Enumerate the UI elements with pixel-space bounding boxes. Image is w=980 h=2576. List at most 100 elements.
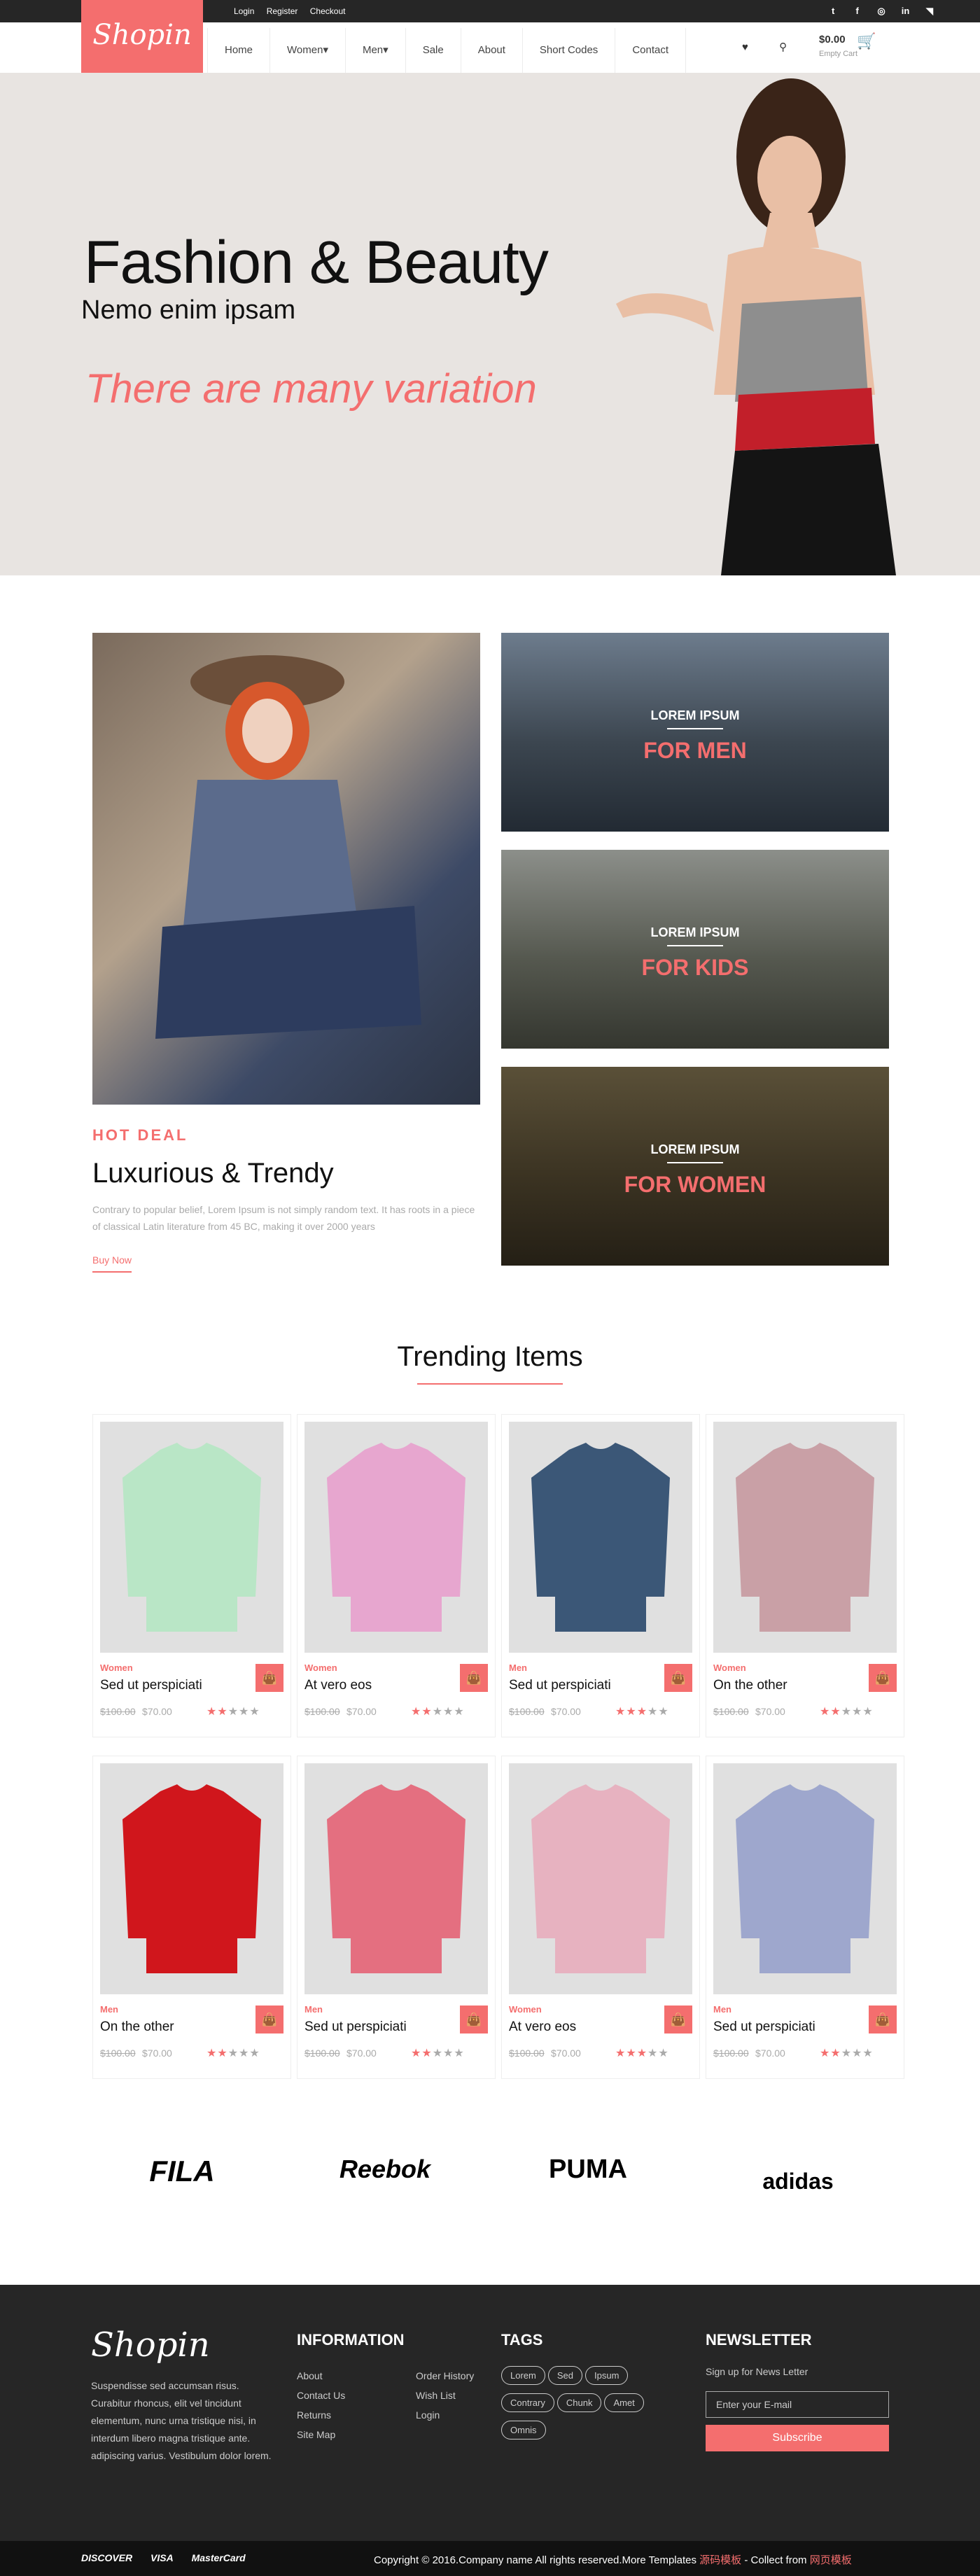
checkout-link[interactable]: Checkout: [310, 6, 346, 16]
add-to-cart-button[interactable]: 👜: [460, 1664, 488, 1692]
product-name[interactable]: Sed ut perspiciati: [304, 2019, 407, 2035]
product-image[interactable]: [100, 1763, 284, 1994]
nav-item-about[interactable]: About: [461, 28, 523, 73]
brand-adidas[interactable]: adidas: [749, 2155, 847, 2204]
product-card[interactable]: Women On the other 👜 $100.00 $70.00 ★★★★★: [706, 1414, 904, 1737]
bottom-bar: DISCOVER VISA MasterCard Copyright © 201…: [0, 2541, 980, 2576]
tag[interactable]: Omnis: [501, 2421, 546, 2440]
product-card[interactable]: Men On the other 👜 $100.00 $70.00 ★★★★★: [92, 1756, 291, 2079]
brand-fila[interactable]: FILA: [133, 2155, 231, 2204]
nav-item-women[interactable]: Women▾: [270, 28, 346, 73]
product-category[interactable]: Women: [304, 1662, 337, 1673]
product-category[interactable]: Men: [100, 2004, 118, 2015]
nav-item-men[interactable]: Men▾: [346, 28, 406, 73]
rss-icon[interactable]: ◥: [923, 4, 937, 18]
brand-reebok[interactable]: Reebok: [329, 2155, 441, 2204]
product-rating: ★★★★★: [615, 1704, 669, 1718]
product-category[interactable]: Women: [100, 1662, 133, 1673]
star-icon: ★: [852, 1706, 863, 1718]
search-icon[interactable]: ⚲: [779, 41, 787, 53]
star-icon: ★: [217, 1706, 228, 1718]
cart-label: Empty Cart: [819, 50, 858, 58]
brand-puma[interactable]: PUMA: [539, 2155, 637, 2204]
product-card[interactable]: Men Sed ut perspiciati 👜 $100.00 $70.00 ★★★★★: [706, 1756, 904, 2079]
webpage-templates-link[interactable]: 网页模板: [810, 2554, 852, 2566]
site-logo[interactable]: Shopin: [81, 0, 203, 73]
buy-now-link[interactable]: Buy Now: [92, 1254, 132, 1273]
add-to-cart-button[interactable]: 👜: [255, 1664, 284, 1692]
footer-link[interactable]: Order History: [416, 2366, 474, 2386]
footer-link[interactable]: Contact Us: [297, 2386, 345, 2405]
product-name[interactable]: At vero eos: [304, 1678, 372, 1693]
product-card[interactable]: Women At vero eos 👜 $100.00 $70.00 ★★★★★: [501, 1756, 700, 2079]
product-image[interactable]: [713, 1763, 897, 1994]
nav-item-contact[interactable]: Contact: [615, 28, 687, 73]
product-name[interactable]: On the other: [100, 2019, 174, 2035]
product-card[interactable]: Women Sed ut perspiciati 👜 $100.00 $70.00 ★★★…: [92, 1414, 291, 1737]
templates-link[interactable]: 源码模板: [699, 2554, 741, 2566]
product-image[interactable]: [304, 1422, 488, 1653]
product-image[interactable]: [509, 1763, 692, 1994]
footer-link[interactable]: Site Map: [297, 2425, 345, 2444]
footer-link[interactable]: Wish List: [416, 2386, 474, 2405]
product-name[interactable]: Sed ut perspiciati: [100, 1678, 202, 1693]
product-name[interactable]: On the other: [713, 1678, 788, 1693]
footer: Shopin Suspendisse sed accumsan risus. C…: [0, 2285, 980, 2541]
product-name[interactable]: Sed ut perspiciati: [509, 1678, 611, 1693]
product-name[interactable]: Sed ut perspiciati: [713, 2019, 816, 2035]
tag[interactable]: Contrary: [501, 2393, 554, 2412]
product-image[interactable]: [509, 1422, 692, 1653]
product-card[interactable]: Men Sed ut perspiciati 👜 $100.00 $70.00 ★★★★★: [297, 1756, 496, 2079]
product-category[interactable]: Women: [713, 1662, 746, 1673]
twitter-icon[interactable]: t: [826, 4, 840, 18]
product-image[interactable]: [713, 1422, 897, 1653]
add-to-cart-button[interactable]: 👜: [460, 2005, 488, 2033]
category-kids[interactable]: LOREM IPSUM FOR KIDS: [501, 850, 889, 1049]
add-to-cart-button[interactable]: 👜: [664, 2005, 692, 2033]
footer-link[interactable]: About: [297, 2366, 345, 2386]
nav-item-home[interactable]: Home: [207, 28, 271, 73]
nav-item-sale[interactable]: Sale: [406, 28, 461, 73]
add-to-cart-button[interactable]: 👜: [869, 1664, 897, 1692]
cart-widget[interactable]: $0.00 🛒 Empty Cart: [819, 32, 876, 58]
category-divider: [667, 1162, 723, 1163]
product-name[interactable]: At vero eos: [509, 2019, 576, 2035]
dribbble-icon[interactable]: ◎: [874, 4, 888, 18]
linkedin-icon[interactable]: in: [899, 4, 913, 18]
star-icon: ★: [421, 1706, 433, 1718]
star-icon: ★: [862, 1706, 874, 1718]
tag[interactable]: Lorem: [501, 2366, 545, 2385]
tag[interactable]: Sed: [547, 2366, 582, 2385]
hot-deal-image[interactable]: [92, 633, 480, 1105]
tag[interactable]: Chunk: [556, 2393, 602, 2412]
star-icon: ★: [841, 1706, 853, 1718]
product-image[interactable]: [304, 1763, 488, 1994]
category-women[interactable]: LOREM IPSUM FOR WOMEN: [501, 1067, 889, 1266]
nav-item-short-codes[interactable]: Short Codes: [523, 28, 616, 73]
tag[interactable]: Amet: [604, 2393, 644, 2412]
footer-info-title: INFORMATION: [297, 2331, 405, 2348]
facebook-icon[interactable]: f: [850, 4, 864, 18]
add-to-cart-button[interactable]: 👜: [869, 2005, 897, 2033]
product-category[interactable]: Women: [509, 2004, 542, 2015]
footer-link[interactable]: Login: [416, 2405, 474, 2425]
register-link[interactable]: Register: [267, 6, 298, 16]
login-link[interactable]: Login: [234, 6, 254, 16]
product-card[interactable]: Women At vero eos 👜 $100.00 $70.00 ★★★★★: [297, 1414, 496, 1737]
add-to-cart-button[interactable]: 👜: [664, 1664, 692, 1692]
product-category[interactable]: Men: [304, 2004, 323, 2015]
product-category[interactable]: Men: [713, 2004, 732, 2015]
main-nav: Home Women▾ Men▾ Sale About Short Codes Contac…: [207, 28, 687, 73]
product-card[interactable]: Men Sed ut perspiciati 👜 $100.00 $70.00 ★★★★★: [501, 1414, 700, 1737]
add-to-cart-button[interactable]: 👜: [255, 2005, 284, 2033]
tag[interactable]: Ipsum: [585, 2366, 629, 2385]
product-image[interactable]: [100, 1422, 284, 1653]
category-men[interactable]: LOREM IPSUM FOR MEN: [501, 633, 889, 832]
footer-link[interactable]: Returns: [297, 2405, 345, 2425]
heart-icon[interactable]: ♥: [742, 41, 748, 53]
newsletter-email-input[interactable]: Enter your E-mail: [706, 2391, 889, 2418]
product-category[interactable]: Men: [509, 1662, 527, 1673]
cart-icon: 🛒: [857, 32, 876, 50]
footer-logo[interactable]: Shopin: [91, 2325, 210, 2365]
subscribe-button[interactable]: Subscribe: [706, 2425, 889, 2451]
